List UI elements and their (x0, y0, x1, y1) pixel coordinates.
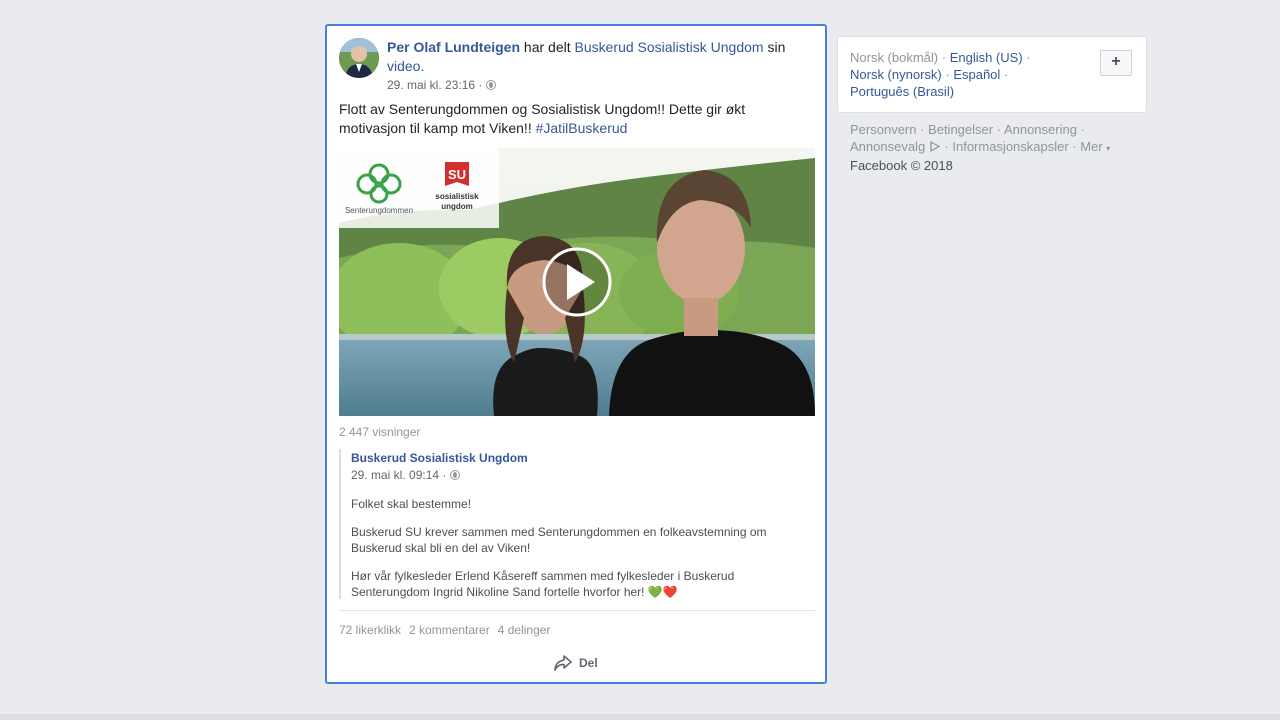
footer-ad-choices[interactable]: Annonsevalg (850, 139, 925, 154)
share-label: Del (579, 656, 598, 670)
caret-down-icon: ▾ (1106, 144, 1111, 153)
post-meta: 29. mai kl. 23:16 · (387, 78, 497, 92)
ad-choices-icon (930, 140, 941, 153)
globe-icon (450, 470, 461, 480)
post-text: Flott av Senterungdommen og Sosialistisk… (339, 100, 809, 138)
copyright: Facebook © 2018 (850, 158, 953, 173)
add-language-button[interactable]: + (1100, 50, 1132, 76)
heart-emoji: 💚❤️ (647, 585, 678, 599)
shared-phrase: har delt (523, 39, 571, 55)
author-avatar[interactable] (339, 38, 379, 78)
video-link[interactable]: video. (387, 58, 424, 74)
footer-cookies[interactable]: Informasjonskapsler (952, 139, 1068, 154)
language-box: Norsk (bokmål) · English (US) · Norsk (n… (837, 36, 1147, 113)
likes-count[interactable]: 72 likerklikk (339, 623, 401, 637)
divider (339, 610, 815, 611)
footer-advertising[interactable]: Annonsering (1004, 122, 1077, 137)
comments-count[interactable]: 2 kommentarer (409, 623, 490, 637)
shared-post-paragraph-2: Buskerud SU krever sammen med Senterungd… (351, 525, 767, 555)
post-card: Per Olaf Lundteigen har delt Buskerud So… (325, 24, 827, 684)
su-text-1: sosialistisk (435, 192, 479, 201)
footer-links: Personvern · Betingelser · Annonsering ·… (850, 122, 1111, 173)
shared-post-timestamp[interactable]: 29. mai kl. 09:14 · (351, 468, 446, 482)
shared-post: Buskerud Sosialistisk Ungdom 29. mai kl.… (339, 449, 809, 599)
footer-privacy[interactable]: Personvern (850, 122, 916, 137)
language-nynorsk[interactable]: Norsk (nynorsk) (850, 67, 942, 82)
shares-count[interactable]: 4 delinger (498, 623, 551, 637)
shared-page-link[interactable]: Buskerud Sosialistisk Ungdom (575, 39, 764, 55)
video-player[interactable]: Senterungdommen SU sosialistisk ungdom (339, 148, 815, 416)
logo-left-text: Senterungdommen (345, 206, 413, 215)
shared-post-paragraph-1: Folket skal bestemme! (351, 497, 472, 511)
language-spanish[interactable]: Español (953, 67, 1000, 82)
shared-post-meta: 29. mai kl. 09:14 · (351, 468, 809, 482)
language-english[interactable]: English (US) (950, 50, 1023, 65)
post-stats: 72 likerklikk 2 kommentarer 4 delinger (339, 623, 550, 637)
play-button-icon[interactable] (542, 247, 612, 317)
footer-more[interactable]: Mer (1080, 139, 1102, 154)
post-header: Per Olaf Lundteigen har delt Buskerud So… (387, 38, 807, 76)
hashtag-link[interactable]: #JatilBuskerud (536, 120, 628, 136)
view-count: 2 447 visninger (339, 425, 421, 439)
globe-icon (486, 80, 497, 90)
possessive: sin (767, 39, 786, 55)
shared-page-name-link[interactable]: Buskerud Sosialistisk Ungdom (351, 451, 809, 465)
footer-terms[interactable]: Betingelser (928, 122, 993, 137)
su-abbr: SU (448, 167, 466, 182)
video-thumbnail: Senterungdommen SU sosialistisk ungdom (339, 148, 815, 416)
post-timestamp[interactable]: 29. mai kl. 23:16 · (387, 78, 482, 92)
share-arrow-icon (554, 655, 572, 671)
author-name-link[interactable]: Per Olaf Lundteigen (387, 39, 520, 55)
language-portuguese[interactable]: Português (Brasil) (850, 84, 954, 99)
language-list: Norsk (bokmål) · English (US) · Norsk (n… (850, 50, 1031, 99)
language-current: Norsk (bokmål) (850, 50, 939, 65)
share-button[interactable]: Del (553, 654, 598, 672)
bottom-bar (0, 714, 1280, 720)
shared-post-paragraph-3: Hør vår fylkesleder Erlend Kåsereff samm… (351, 568, 809, 600)
su-text-2: ungdom (441, 202, 473, 211)
